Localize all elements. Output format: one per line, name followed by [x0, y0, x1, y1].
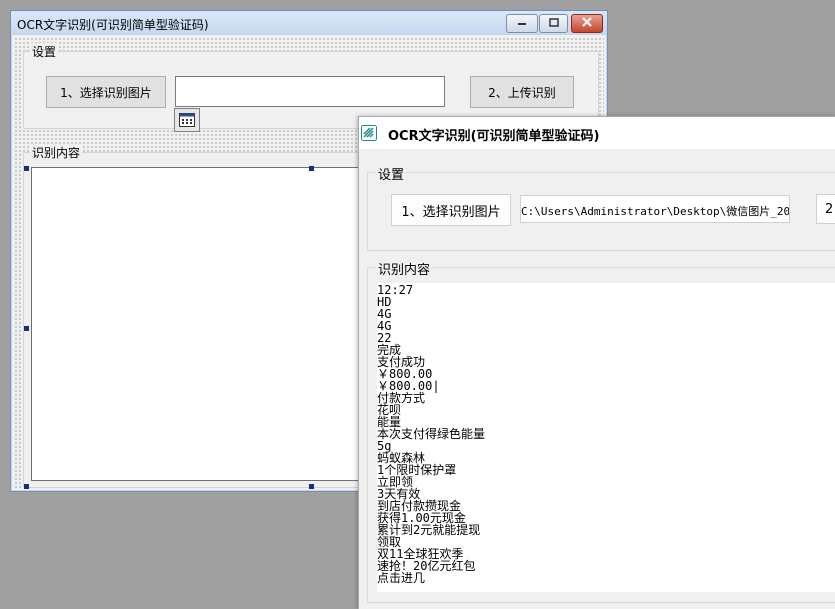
- upload-recognize-button[interactable]: 2: [816, 194, 835, 224]
- result-line: HD: [377, 295, 392, 309]
- selection-handle[interactable]: [309, 484, 314, 489]
- designer-select-image-button[interactable]: 1、选择识别图片: [46, 76, 166, 108]
- result-group-label: 识别内容: [376, 259, 433, 278]
- result-line: 5g: [377, 439, 392, 453]
- select-image-button[interactable]: 1、选择识别图片: [391, 194, 511, 226]
- result-line: 支付成功: [377, 355, 426, 369]
- selection-handle[interactable]: [24, 166, 29, 171]
- designer-titlebar[interactable]: OCR文字识别(可识别简单型验证码): [11, 11, 607, 35]
- result-line: 点击进几: [377, 571, 426, 585]
- designer-window-title: OCR文字识别(可识别简单型验证码): [17, 18, 209, 32]
- result-line: 4G: [377, 307, 392, 321]
- minimize-icon: [517, 18, 527, 29]
- selection-handle[interactable]: [24, 326, 29, 331]
- designer-path-input[interactable]: [175, 76, 445, 107]
- result-line: 完成: [377, 343, 402, 357]
- app-titlebar[interactable]: OCR文字识别(可识别简单型验证码): [359, 117, 835, 149]
- result-line: 速抢！20亿元红包: [377, 559, 476, 573]
- result-line: 付款方式: [377, 391, 426, 405]
- close-button[interactable]: [571, 14, 603, 33]
- maximize-icon: [548, 17, 559, 30]
- image-path-input[interactable]: C:\Users\Administrator\Desktop\微信图片_2022…: [520, 195, 790, 223]
- maximize-button[interactable]: [539, 14, 568, 33]
- result-textbox[interactable]: 12:27 HD 4G 4G 22 完成 支付成功 ￥800.00 ￥800.00| 付款方式 花呗…: [377, 283, 835, 592]
- result-line: 花呗: [377, 403, 402, 417]
- minimize-button[interactable]: [506, 14, 538, 33]
- designer-upload-button[interactable]: 2、上传识别: [470, 76, 574, 108]
- close-icon: [582, 17, 592, 30]
- app-window-title: OCR文字识别(可识别简单型验证码): [388, 129, 600, 144]
- result-line: 立即领: [377, 475, 414, 489]
- dialog-component-icon[interactable]: [174, 108, 200, 132]
- app-icon: [361, 125, 377, 141]
- result-line: ￥800.00: [377, 367, 433, 381]
- result-line: 累计到2元就能提现: [377, 523, 481, 537]
- result-line: 本次支付得绿色能量: [377, 427, 486, 441]
- selection-handle[interactable]: [24, 484, 29, 489]
- designer-settings-label: 设置: [30, 43, 59, 60]
- result-line: ￥800.00|: [377, 379, 440, 393]
- result-line: 12:27: [377, 283, 414, 297]
- result-line: 4G: [377, 319, 392, 333]
- settings-group: 设置 1、选择识别图片 C:\Users\Administrator\Deskt…: [367, 164, 835, 251]
- ocr-app-window: OCR文字识别(可识别简单型验证码) 设置 1、选择识别图片 C:\Users\…: [358, 116, 835, 609]
- designer-result-label: 识别内容: [30, 144, 83, 161]
- result-line: 22: [377, 331, 392, 345]
- result-line: 1个限时保护罩: [377, 463, 457, 477]
- settings-group-label: 设置: [376, 164, 407, 183]
- selection-handle[interactable]: [309, 166, 314, 171]
